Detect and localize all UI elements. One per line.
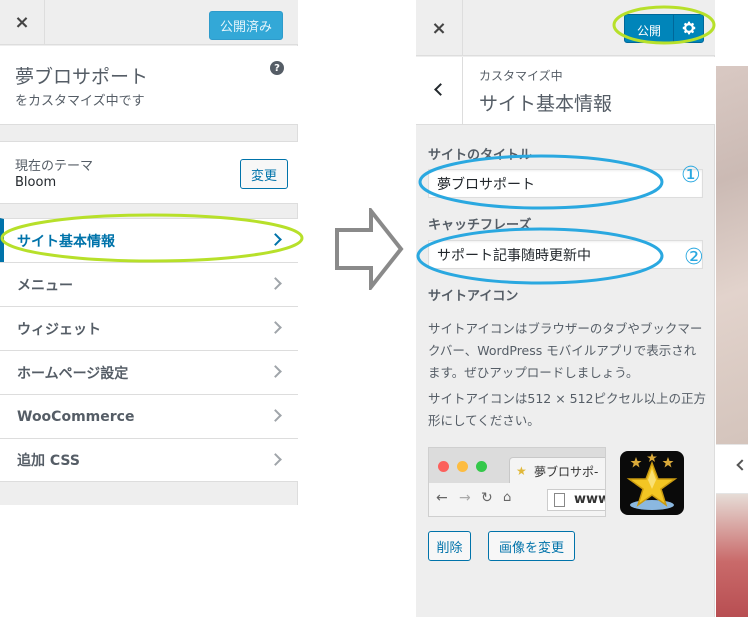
tagline-input[interactable] — [428, 240, 703, 269]
close-icon: × — [14, 12, 30, 33]
window-maximize-dot — [476, 461, 487, 472]
customizer-header: × 公開 — [416, 0, 715, 56]
close-button[interactable]: × — [416, 0, 463, 56]
site-title-input[interactable] — [428, 169, 703, 198]
customizing-label: カスタマイズ中 — [479, 69, 563, 83]
chevron-right-icon — [269, 409, 282, 422]
customizer-panel-site-identity: × 公開 カスタマイズ中 サイト基本情報 サイトのタイトル キャッチフレーズ サ… — [416, 0, 715, 617]
home-icon: ⌂ — [503, 490, 512, 505]
change-theme-button[interactable]: 変更 — [240, 159, 288, 189]
annotation-number-1: ① — [681, 163, 701, 188]
chevron-right-icon — [269, 365, 282, 378]
preview-image — [716, 494, 748, 617]
site-title-label: サイトのタイトル — [428, 148, 533, 163]
site-icon-label: サイトアイコン — [428, 289, 519, 304]
browser-url: www. — [574, 492, 605, 507]
window-minimize-dot — [457, 461, 468, 472]
browser-preview: ★ 夢ブロサポ- ← → ↻ ⌂ www. — [428, 447, 606, 517]
publish-button[interactable]: 公開 — [624, 14, 704, 43]
section-label: ホームページ設定 — [17, 365, 129, 382]
star-favicon-icon: ★ — [516, 464, 527, 478]
preview-header-image — [716, 66, 748, 444]
current-theme-name: Bloom — [15, 175, 57, 190]
section-homepage-settings[interactable]: ホームページ設定 — [0, 350, 298, 394]
site-icon-size-note: サイトアイコンは512 × 512ピクセル以上の正方形にしてください。 — [428, 391, 707, 428]
section-title: サイト基本情報 — [479, 93, 613, 115]
chevron-left-icon — [434, 83, 447, 96]
browser-tab-title: 夢ブロサポ- — [534, 465, 599, 479]
section-label: メニュー — [17, 277, 73, 294]
back-button[interactable] — [416, 57, 463, 124]
section-label: WooCommerce — [17, 408, 135, 425]
remove-icon-button[interactable]: 削除 — [428, 531, 471, 561]
chevron-right-icon — [269, 233, 282, 246]
window-close-dot — [438, 461, 449, 472]
reload-icon: ↻ — [481, 490, 493, 506]
section-woocommerce[interactable]: WooCommerce — [0, 394, 298, 438]
browser-url-bar: www. — [547, 489, 605, 511]
close-button[interactable]: × — [0, 0, 45, 45]
section-label: 追加 CSS — [17, 453, 80, 469]
change-image-button[interactable]: 画像を変更 — [488, 531, 575, 561]
section-widgets[interactable]: ウィジェット — [0, 306, 298, 350]
right-arrow-icon — [335, 208, 404, 290]
customizer-sections: サイト基本情報 メニュー ウィジェット ホームページ設定 WooCommerce… — [0, 218, 298, 482]
tagline-label: キャッチフレーズ — [428, 218, 532, 233]
back-arrow-icon: ← — [436, 490, 448, 506]
forward-arrow-icon: → — [459, 490, 471, 506]
published-button[interactable]: 公開済み — [209, 11, 283, 40]
active-theme-section: 現在のテーマ Bloom 変更 — [0, 141, 298, 204]
section-additional-css[interactable]: 追加 CSS — [0, 438, 298, 482]
browser-nav-bar: ← → ↻ ⌂ www. — [429, 483, 605, 516]
customizer-panel-main: × 公開済み 夢ブロサポート をカスタマイズ中です ? 現在のテーマ Bloom… — [0, 0, 298, 505]
publish-divider — [673, 15, 674, 42]
chevron-right-icon — [269, 321, 282, 334]
browser-tab: ★ 夢ブロサポ- — [509, 457, 605, 483]
section-label: ウィジェット — [17, 321, 101, 338]
gear-icon[interactable] — [681, 20, 697, 36]
chevron-right-icon — [269, 453, 282, 466]
customizer-site-info: 夢ブロサポート をカスタマイズ中です ? — [0, 46, 298, 125]
page-icon — [554, 493, 565, 507]
current-theme-label: 現在のテーマ — [15, 159, 94, 174]
customizer-header: × 公開済み — [0, 0, 298, 45]
section-menus[interactable]: メニュー — [0, 262, 298, 306]
section-header: カスタマイズ中 サイト基本情報 — [416, 57, 715, 125]
site-name: 夢ブロサポート — [15, 66, 149, 88]
section-label: サイト基本情報 — [17, 233, 115, 250]
star-logo-icon — [626, 453, 678, 510]
site-icon-image — [620, 451, 684, 515]
publish-label: 公開 — [637, 24, 662, 38]
annotation-number-2: ② — [684, 245, 704, 270]
help-icon[interactable]: ? — [270, 61, 284, 75]
chevron-right-icon — [269, 277, 282, 290]
site-icon-description: サイトアイコンはブラウザーのタブやブックマークバー、WordPress モバイル… — [428, 321, 703, 380]
section-site-identity[interactable]: サイト基本情報 — [0, 218, 298, 262]
site-preview — [716, 0, 748, 617]
close-icon: × — [431, 17, 447, 39]
customizing-subtitle: をカスタマイズ中です — [15, 94, 145, 109]
